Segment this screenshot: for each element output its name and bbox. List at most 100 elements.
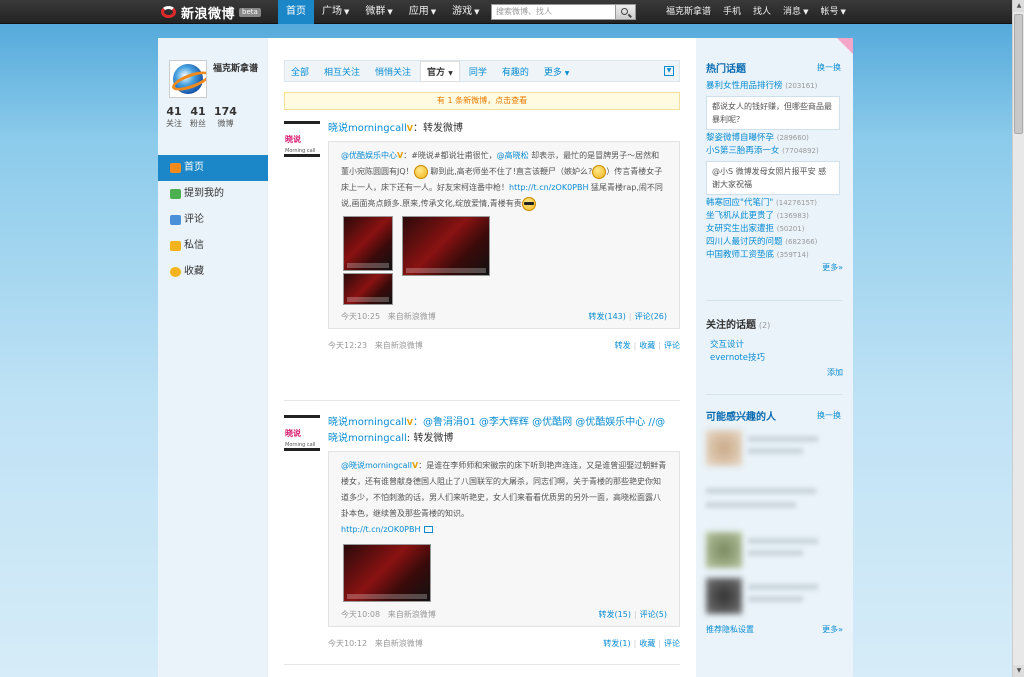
quote-time[interactable]: 今天10:25 <box>341 312 380 321</box>
thumbnail-image[interactable] <box>343 273 393 305</box>
comment-button[interactable]: 评论 <box>664 639 680 648</box>
feed-tabs: 全部 相互关注 悄悄关注 官方 ▼ 同学 有趣的 更多 ▼ ▼ <box>284 60 680 82</box>
mention-link[interactable]: @高晓松 <box>497 151 529 160</box>
repost-chain-author[interactable]: 晓说morningcall <box>328 433 407 444</box>
quote-author[interactable]: @优酷娱乐中心 <box>341 151 397 160</box>
tab-more[interactable]: 更多 ▼ <box>544 65 570 78</box>
chevron-down-icon: ▼ <box>474 8 480 16</box>
top-navigation-bar: 新浪微博 beta 首页 广场 ▼ 微群 ▼ 应用 ▼ 游戏 ▼ 搜索微博、找人 福克斯… <box>0 0 1012 24</box>
sidebar-item-comments[interactable]: 评论 <box>158 207 268 233</box>
more-users-link[interactable]: 更多» <box>822 624 843 635</box>
post-time[interactable]: 今天12:23 <box>328 341 367 350</box>
refresh-topics-link[interactable]: 换一换 <box>817 62 841 73</box>
suggested-user[interactable] <box>706 578 843 618</box>
topic-item[interactable]: 中国教师工资垫底 (359T14) <box>706 249 843 262</box>
quote-comment-link[interactable]: 评论(5) <box>640 610 667 619</box>
post-author[interactable]: 晓说morningcall <box>328 417 407 428</box>
suggested-user[interactable] <box>706 478 843 518</box>
post-time[interactable]: 今天10:12 <box>328 639 367 648</box>
chevron-down-icon: ▼ <box>387 8 393 16</box>
search-button[interactable] <box>616 4 636 20</box>
logo[interactable]: 新浪微博 beta <box>160 3 261 22</box>
quote-text: @优酷娱乐中心V：#晓说#都说壮甫很忙，@高晓松 却表示，最忙的是冒牌男子～居然… <box>341 148 667 212</box>
chevron-down-icon: ▼ <box>803 8 809 16</box>
tab-official[interactable]: 官方 ▼ <box>420 60 460 82</box>
followed-topic-item[interactable]: evernote技巧 <box>710 352 843 365</box>
tab-classmates[interactable]: 同学 <box>469 65 487 78</box>
avatar <box>706 532 742 568</box>
star-icon <box>170 267 181 277</box>
favorite-button[interactable]: 收藏 <box>639 341 655 350</box>
post-avatar[interactable]: 晓说 Morning call <box>284 415 320 451</box>
sidebar-item-label: 私信 <box>184 240 204 251</box>
search-input[interactable]: 搜索微博、找人 <box>491 4 616 20</box>
nav-find-people[interactable]: 找人 <box>747 0 777 24</box>
repost-button[interactable]: 转发(1) <box>603 639 630 648</box>
topic-item[interactable]: 暴利女性用品排行榜 (203161) <box>706 80 843 93</box>
quote-author[interactable]: @晓说morningcall <box>341 461 412 470</box>
topic-item[interactable]: 小S第三胎再添一女 (7704892) <box>706 145 843 158</box>
scroll-thumb[interactable] <box>1014 14 1023 134</box>
quote-repost-link[interactable]: 转发(15) <box>599 610 631 619</box>
stat-posts[interactable]: 174 微博 <box>214 105 237 129</box>
scroll-down-icon[interactable]: ▼ <box>1013 665 1024 677</box>
refresh-suggestions-link[interactable]: 换一换 <box>817 410 841 421</box>
tab-secret[interactable]: 悄悄关注 <box>375 65 411 78</box>
suggested-user[interactable] <box>706 430 843 470</box>
thumbnail-image[interactable] <box>343 216 393 271</box>
avatar[interactable] <box>169 60 207 98</box>
nav-square[interactable]: 广场 ▼ <box>314 0 357 24</box>
sidebar-item-mentions[interactable]: 提到我的 <box>158 181 268 207</box>
followed-topic-item[interactable]: 交互设计 <box>710 339 843 352</box>
post-author[interactable]: 晓说morningcall <box>328 123 407 134</box>
short-link[interactable]: http://t.cn/zOK0PBH <box>341 525 421 534</box>
stat-following[interactable]: 41 关注 <box>166 105 182 129</box>
grin-emoticon-icon <box>413 164 428 179</box>
post-avatar[interactable]: 晓说 Morning call <box>284 121 320 157</box>
quote-comment-link[interactable]: 评论(26) <box>635 312 667 321</box>
favorite-button[interactable]: 收藏 <box>639 639 655 648</box>
nav-games[interactable]: 游戏 ▼ <box>444 0 487 24</box>
repost-button[interactable]: 转发 <box>615 341 631 350</box>
thumbnail-image[interactable] <box>343 544 431 602</box>
stat-followers[interactable]: 41 粉丝 <box>190 105 206 129</box>
add-topic-link[interactable]: 添加 <box>706 367 843 378</box>
nav-mobile[interactable]: 手机 <box>717 0 747 24</box>
more-topics-link[interactable]: 更多» <box>706 262 843 273</box>
nav-apps[interactable]: 应用 ▼ <box>401 0 444 24</box>
new-posts-notice[interactable]: 有 1 条新微博，点击查看 <box>284 92 680 110</box>
nav-username[interactable]: 福克斯拿谱 <box>660 0 717 24</box>
topic-item[interactable]: 韩寒回应"代笔门" (1427615T) <box>706 197 843 210</box>
sidebar-item-label: 收藏 <box>184 266 204 277</box>
nav-groups[interactable]: 微群 ▼ <box>357 0 400 24</box>
nav-messages[interactable]: 消息 ▼ <box>777 0 814 24</box>
short-link[interactable]: http://t.cn/zOK0PBH <box>509 183 589 192</box>
tab-interesting[interactable]: 有趣的 <box>502 65 529 78</box>
topic-item[interactable]: 黎姿微博自曝怀孕 (289660) <box>706 132 843 145</box>
profile-name[interactable]: 福克斯拿谱 <box>213 61 258 74</box>
nav-home[interactable]: 首页 <box>278 0 314 24</box>
privacy-settings-link[interactable]: 推荐隐私设置 <box>706 625 754 634</box>
suggested-user[interactable] <box>706 532 843 572</box>
sidebar-item-messages[interactable]: 私信 <box>158 233 268 259</box>
quote-repost-link[interactable]: 转发(143) <box>588 312 626 321</box>
tab-all[interactable]: 全部 <box>291 65 309 78</box>
sidebar-item-home[interactable]: 首页 <box>158 155 268 181</box>
collapse-icon[interactable]: ▼ <box>664 66 674 76</box>
tab-mutual[interactable]: 相互关注 <box>324 65 360 78</box>
sidebar-item-label: 提到我的 <box>184 188 224 199</box>
thumbnail-image[interactable] <box>402 216 490 276</box>
scrollbar[interactable]: ▲ ▼ <box>1012 0 1024 677</box>
topic-item[interactable]: 四川人最讨厌的问题 (682366) <box>706 236 843 249</box>
scroll-up-icon[interactable]: ▲ <box>1013 0 1024 12</box>
post-mentions[interactable]: ：@鲁涓涓01 @李大辉辉 @优酷网 @优酷娱乐中心 //@ <box>413 417 665 428</box>
topic-item[interactable]: 坐飞机从此更贵了 (136983) <box>706 210 843 223</box>
search-box: 搜索微博、找人 <box>491 4 636 20</box>
comment-button[interactable]: 评论 <box>664 341 680 350</box>
avatar <box>706 578 742 614</box>
nav-account[interactable]: 帐号 ▼ <box>814 0 851 24</box>
side-menu: 首页 提到我的 评论 私信 收藏 <box>158 155 268 285</box>
topic-item[interactable]: 女研究生出家遭拒 (50201) <box>706 223 843 236</box>
sidebar-item-favorites[interactable]: 收藏 <box>158 259 268 285</box>
quote-time[interactable]: 今天10:08 <box>341 610 380 619</box>
